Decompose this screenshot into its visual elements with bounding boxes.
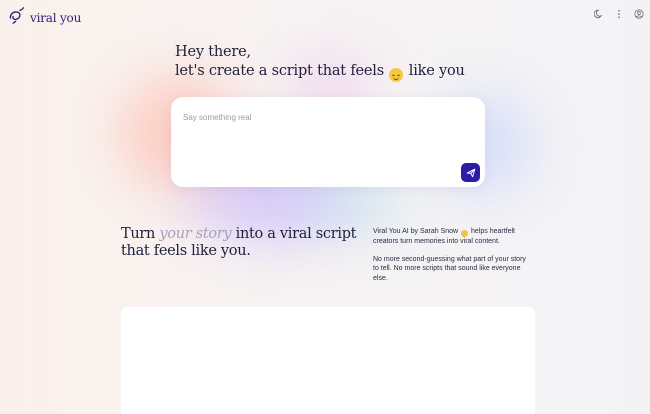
tagline-accent: your story <box>159 226 232 242</box>
description-text: Viral You AI by Sarah Snow <box>373 228 459 235</box>
more-vertical-icon[interactable] <box>614 9 624 19</box>
brand-name: viral you <box>30 11 82 25</box>
description-paragraph: No more second-guessing what part of you… <box>373 256 526 282</box>
description-paragraph: Viral You AI by Sarah Snow 👱‍♀️ helps he… <box>373 227 533 246</box>
send-icon <box>466 168 475 177</box>
send-button[interactable] <box>461 163 480 182</box>
relieved-face-icon: 😌 <box>389 68 404 82</box>
brand-swirl-icon <box>8 7 25 29</box>
hero-greeting: Hey there, <box>175 44 251 60</box>
hero-headline: let's create a script that feels 😌 like … <box>175 62 465 82</box>
person-icon: 👱‍♀️ <box>461 230 469 237</box>
tagline-text: Turn <box>121 226 160 242</box>
chat-input[interactable] <box>181 106 465 128</box>
hero-heading: Hey there, let's create a script that fe… <box>175 43 465 82</box>
hero-headline-text: like you <box>408 63 465 79</box>
description: Viral You AI by Sarah Snow 👱‍♀️ helps he… <box>373 227 533 292</box>
tagline: Turn your story into a viral script that… <box>121 226 361 260</box>
header-actions <box>594 9 644 19</box>
brand-logo[interactable]: viral you <box>8 7 81 29</box>
content-card <box>121 307 535 414</box>
emoji-mouth <box>393 76 400 80</box>
account-icon[interactable] <box>634 9 644 19</box>
chat-input-box <box>171 97 485 187</box>
hero-headline-text: let's create a script that feels <box>175 63 384 79</box>
moon-icon[interactable] <box>594 9 604 19</box>
